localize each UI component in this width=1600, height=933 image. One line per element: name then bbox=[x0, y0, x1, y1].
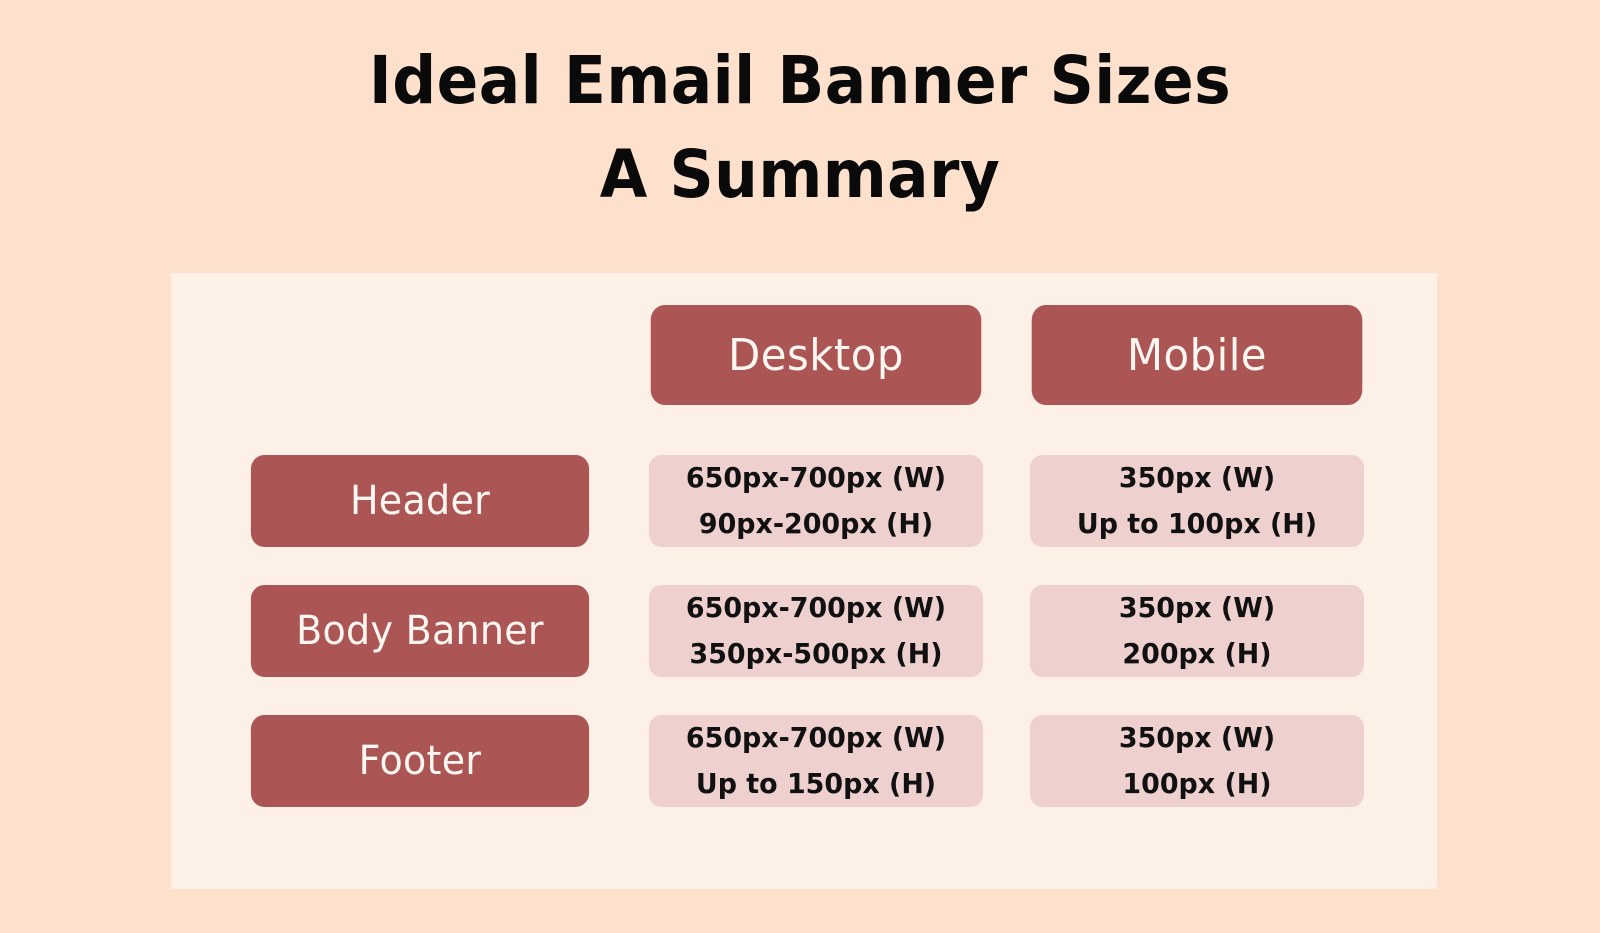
page-title: Ideal Email Banner Sizes A Summary bbox=[0, 34, 1600, 222]
cell-header-desktop-height: 90px-200px (H) bbox=[698, 507, 934, 540]
row-label-body-banner: Body Banner bbox=[250, 585, 590, 677]
row-label-body-banner-text: Body Banner bbox=[296, 608, 544, 654]
cell-header-desktop: 650px-700px (W) 90px-200px (H) bbox=[648, 455, 984, 547]
row-label-footer: Footer bbox=[250, 715, 590, 807]
cell-body-banner-mobile-width: 350px (W) bbox=[1118, 591, 1276, 624]
infographic-canvas: Ideal Email Banner Sizes A Summary Deskt… bbox=[0, 0, 1600, 933]
cell-header-mobile-height: Up to 100px (H) bbox=[1076, 507, 1318, 540]
cell-footer-mobile-width: 350px (W) bbox=[1118, 721, 1276, 754]
cell-header-desktop-width: 650px-700px (W) bbox=[685, 461, 947, 494]
cell-header-mobile-width: 350px (W) bbox=[1118, 461, 1276, 494]
cell-footer-desktop: 650px-700px (W) Up to 150px (H) bbox=[648, 715, 984, 807]
cell-body-banner-desktop: 650px-700px (W) 350px-500px (H) bbox=[648, 585, 984, 677]
row-label-header-text: Header bbox=[349, 478, 491, 524]
cell-footer-mobile: 350px (W) 100px (H) bbox=[1029, 715, 1365, 807]
cell-body-banner-desktop-width: 650px-700px (W) bbox=[685, 591, 947, 624]
summary-table-card: Desktop Mobile Header 650px-700px (W) 90… bbox=[171, 273, 1437, 889]
column-header-mobile: Mobile bbox=[1031, 305, 1363, 405]
cell-header-mobile: 350px (W) Up to 100px (H) bbox=[1029, 455, 1365, 547]
column-header-desktop: Desktop bbox=[650, 305, 982, 405]
cell-body-banner-mobile-height: 200px (H) bbox=[1122, 637, 1272, 670]
cell-body-banner-mobile: 350px (W) 200px (H) bbox=[1029, 585, 1365, 677]
row-label-header: Header bbox=[250, 455, 590, 547]
column-header-mobile-label: Mobile bbox=[1127, 329, 1267, 381]
row-label-footer-text: Footer bbox=[358, 738, 482, 784]
cell-body-banner-desktop-height: 350px-500px (H) bbox=[689, 637, 943, 670]
summary-table: Desktop Mobile Header 650px-700px (W) 90… bbox=[171, 273, 1437, 889]
column-header-desktop-label: Desktop bbox=[728, 329, 904, 381]
cell-footer-desktop-width: 650px-700px (W) bbox=[685, 721, 947, 754]
title-line-1: Ideal Email Banner Sizes bbox=[368, 42, 1232, 119]
cell-footer-desktop-height: Up to 150px (H) bbox=[695, 767, 937, 800]
title-line-2: A Summary bbox=[599, 136, 1001, 213]
cell-footer-mobile-height: 100px (H) bbox=[1122, 767, 1272, 800]
